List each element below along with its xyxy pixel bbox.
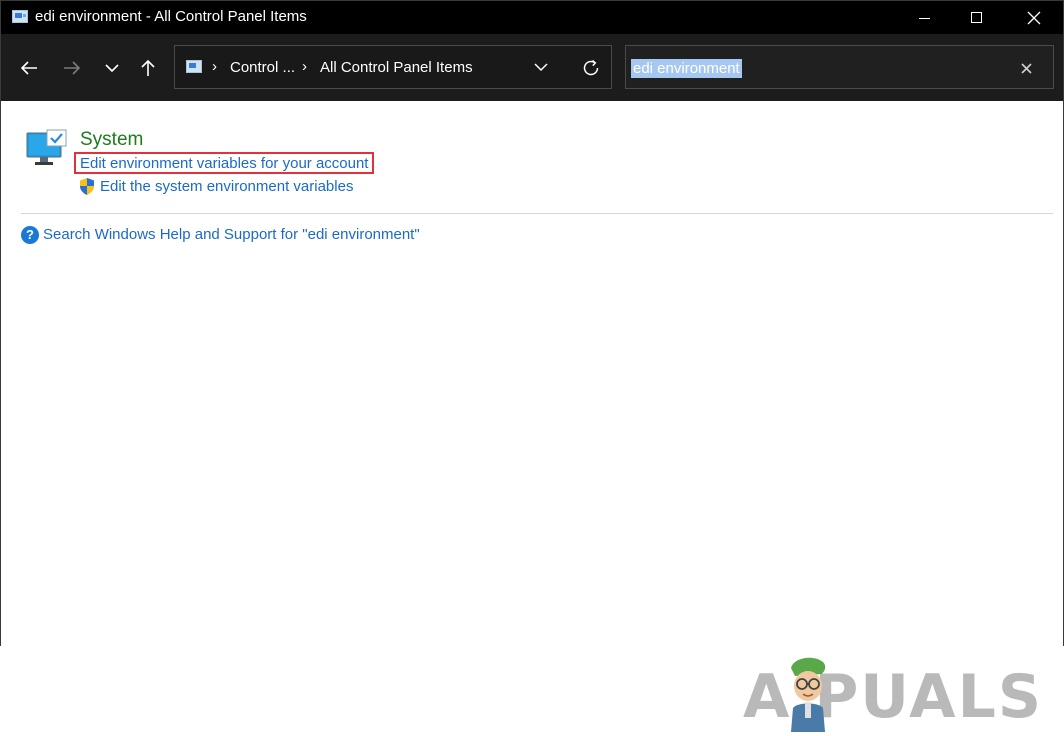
breadcrumb-all-control-panel-items[interactable]: All Control Panel Items (320, 58, 473, 78)
title-bar[interactable]: edi environment - All Control Panel Item… (1, 1, 1063, 34)
address-bar[interactable]: › Control ... › All Control Panel Items (174, 45, 612, 89)
minimize-button[interactable] (901, 1, 947, 34)
refresh-icon (583, 59, 599, 76)
chevron-down-icon (534, 63, 548, 72)
search-help-link[interactable]: Search Windows Help and Support for "edi… (43, 226, 420, 244)
help-icon: ? (21, 226, 39, 244)
close-icon (1020, 62, 1032, 74)
system-monitor-icon[interactable] (25, 129, 69, 167)
uac-shield-icon (80, 178, 94, 195)
maximize-icon (970, 12, 982, 23)
breadcrumb-separator-icon[interactable]: › (212, 57, 217, 77)
up-button[interactable] (133, 53, 163, 83)
recent-locations-button[interactable] (97, 53, 127, 83)
control-panel-window: edi environment - All Control Panel Item… (0, 0, 1064, 732)
clear-search-button[interactable] (1016, 58, 1036, 78)
mascot-logo (791, 657, 826, 732)
section-divider (21, 213, 1053, 214)
minimize-icon (918, 18, 930, 19)
control-panel-icon (12, 10, 28, 23)
results-pane: System Edit environment variables for yo… (1, 101, 1063, 732)
close-button[interactable] (1011, 1, 1057, 34)
back-arrow-icon (20, 61, 37, 75)
edit-system-environment-variables-link[interactable]: Edit the system environment variables (100, 178, 353, 196)
address-dropdown-button[interactable] (533, 59, 551, 77)
breadcrumb-separator-icon[interactable]: › (302, 57, 307, 77)
back-button[interactable] (14, 53, 44, 83)
search-input[interactable]: edi environment (631, 59, 742, 78)
forward-button[interactable] (57, 53, 87, 83)
edit-user-environment-variables-link[interactable]: Edit environment variables for your acco… (80, 155, 368, 173)
window-title: edi environment - All Control Panel Item… (35, 8, 307, 25)
system-group-title[interactable]: System (80, 129, 143, 151)
forward-arrow-icon (64, 61, 81, 75)
control-panel-icon (186, 60, 202, 73)
navigation-bar: › Control ... › All Control Panel Items … (1, 34, 1063, 101)
close-icon (1027, 11, 1041, 24)
search-box[interactable]: edi environment (625, 45, 1054, 89)
refresh-button[interactable] (576, 53, 606, 83)
chevron-down-icon (105, 64, 119, 73)
up-arrow-icon (141, 59, 155, 76)
maximize-button[interactable] (953, 1, 999, 34)
breadcrumb-control-panel[interactable]: Control ... (230, 58, 295, 78)
appuals-watermark: A PUALS (743, 646, 1053, 736)
